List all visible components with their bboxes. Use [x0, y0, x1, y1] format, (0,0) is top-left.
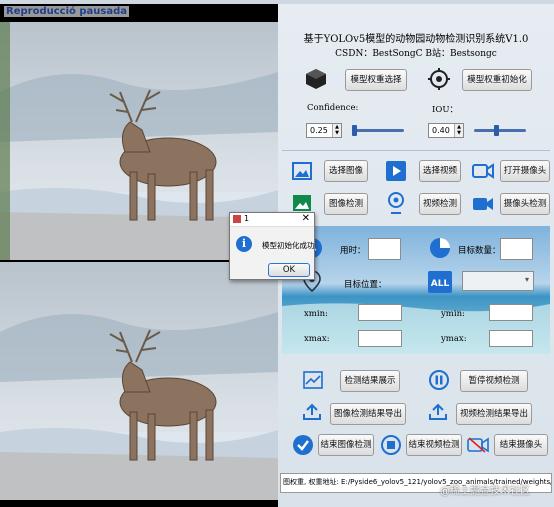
time-field — [368, 238, 401, 260]
iou-slider[interactable] — [474, 129, 526, 132]
all-icon: ALL — [428, 271, 452, 293]
time-label: 用时： — [340, 246, 366, 256]
confidence-spinbox[interactable]: 0.25 ▲ ▼ — [306, 123, 342, 138]
titlebar-strip — [0, 0, 554, 4]
pause-icon — [429, 370, 449, 390]
select-video-button[interactable]: 选择视频 — [419, 160, 461, 182]
chart-icon — [303, 371, 323, 389]
end-image-button[interactable]: 结束图像检测 — [318, 434, 374, 456]
iou-spinbox[interactable]: 0.40 ▲ ▼ — [428, 123, 464, 138]
info-icon: i — [236, 236, 252, 252]
message-dialog: 1 ✕ i 模型初始化成功 OK — [229, 212, 315, 280]
app-title: 基于YOLOv5模型的动物园动物检测识别系统V1.0 — [303, 34, 529, 45]
confidence-label: Confidence: — [307, 103, 359, 113]
export-image-button[interactable]: 图像检测结果导出 — [330, 403, 406, 425]
spin-arrows-icon[interactable]: ▲ ▼ — [332, 124, 341, 137]
chevron-down-icon[interactable]: ▾ — [525, 275, 529, 284]
ymin-field — [489, 304, 533, 321]
ymin-label: ymin: — [441, 309, 465, 319]
position-label: 目标位置： — [344, 280, 387, 290]
watermark: @稀土掘金技术社区 — [440, 486, 530, 497]
ymax-label: ymax: — [441, 334, 467, 344]
confidence-value: 0.25 — [310, 126, 328, 135]
target-select[interactable]: ▾ — [462, 271, 534, 291]
xmin-label: xmin: — [304, 309, 328, 319]
camera-off-icon — [467, 437, 489, 453]
iou-value: 0.40 — [432, 126, 450, 135]
video-overlay-title: Reproducció pausada — [4, 6, 129, 17]
ok-button[interactable]: OK — [268, 263, 310, 277]
init-weights-button[interactable]: 模型权重初始化 — [462, 69, 532, 91]
dialog-title: 1 — [244, 214, 250, 223]
select-weights-button[interactable]: 模型权重选择 — [345, 69, 407, 91]
end-video-button[interactable]: 结束视频检测 — [406, 434, 462, 456]
result-image — [0, 262, 278, 500]
divider — [282, 150, 550, 151]
open-camera-button[interactable]: 打开摄像头 — [500, 160, 550, 182]
xmax-label: xmax: — [304, 334, 330, 344]
svg-text:ALL: ALL — [431, 279, 450, 289]
dialog-titlebar: 1 ✕ — [230, 213, 314, 227]
target-icon — [428, 68, 450, 90]
end-camera-button[interactable]: 结束摄像头 — [494, 434, 548, 456]
video-icon — [386, 161, 406, 181]
count-field — [500, 238, 533, 260]
select-image-button[interactable]: 选择图像 — [324, 160, 368, 182]
spin-arrows-icon[interactable]: ▲ ▼ — [454, 124, 463, 137]
export-video-button[interactable]: 视频检测结果导出 — [456, 403, 532, 425]
app-icon — [233, 215, 241, 223]
upload-icon — [429, 403, 447, 420]
pie-chart-icon — [430, 238, 450, 258]
show-results-button[interactable]: 检测结果展示 — [340, 370, 400, 392]
dialog-message: 模型初始化成功 — [262, 241, 315, 250]
count-label: 目标数量： — [458, 246, 501, 256]
camera-icon — [472, 163, 494, 179]
image-icon — [292, 162, 312, 180]
image-detect-button[interactable]: 图像检测 — [324, 193, 368, 215]
webcam-icon — [388, 192, 404, 214]
camera-detect-button[interactable]: 摄像头检测 — [500, 193, 550, 215]
confidence-slider[interactable] — [352, 129, 404, 132]
model-cube-icon — [306, 69, 326, 89]
confidence-slider-handle[interactable] — [352, 125, 357, 136]
pause-video-button[interactable]: 暂停视频检测 — [460, 370, 528, 392]
app-subtitle: CSDN：BestSongC B站：Bestsongc — [335, 49, 497, 59]
iou-slider-handle[interactable] — [494, 125, 499, 136]
iou-label: IOU： — [432, 105, 458, 115]
upload-icon — [303, 403, 321, 420]
check-icon — [293, 435, 313, 455]
stop-icon — [381, 435, 401, 455]
image-detect-icon — [293, 195, 311, 211]
camera-detect-icon — [473, 198, 493, 210]
xmin-field — [358, 304, 402, 321]
ymax-field — [489, 330, 533, 347]
xmax-field — [358, 330, 402, 347]
video-detect-button[interactable]: 视频检测 — [419, 193, 461, 215]
close-icon[interactable]: ✕ — [302, 213, 310, 224]
